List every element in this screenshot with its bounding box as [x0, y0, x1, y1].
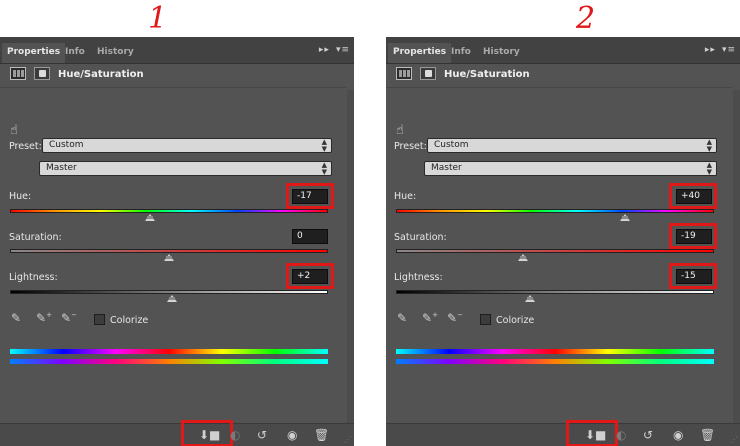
view-previous-icon[interactable]: ◐ — [230, 427, 240, 443]
saturation-slider-thumb[interactable] — [164, 254, 174, 261]
tab-bar: Properties Info History ▸▸ ▾≡ — [0, 37, 354, 64]
divider — [386, 87, 732, 88]
resize-grip-icon[interactable]: ⋰ — [344, 435, 352, 444]
eyedropper-icon[interactable]: ✎ — [397, 311, 407, 325]
hue-label: Hue: — [9, 191, 32, 202]
saturation-slider-track[interactable] — [10, 249, 328, 253]
tab-history[interactable]: History — [92, 43, 139, 63]
panel-title: Hue/Saturation — [444, 69, 530, 80]
divider — [0, 87, 346, 88]
eyedropper-subtract-icon[interactable]: ✎− — [61, 311, 77, 325]
colorize-label: Colorize — [110, 315, 149, 326]
resize-grip-icon[interactable]: ⋰ — [730, 435, 738, 444]
highlight-box — [669, 263, 717, 289]
preset-dropdown[interactable]: Custom ▲ ▼ — [42, 138, 332, 153]
highlight-box — [566, 420, 618, 446]
highlight-box — [669, 183, 717, 209]
chevron-updown-icon: ▲ ▼ — [321, 138, 327, 153]
tab-info[interactable]: Info — [446, 43, 476, 63]
channel-value: Master — [46, 163, 77, 173]
highlight-box — [286, 183, 334, 209]
reset-icon[interactable]: ↺ — [643, 427, 653, 443]
saturation-label: Saturation: — [9, 232, 62, 243]
properties-panel: Properties Info History ▸▸ ▾≡ Hue/Saturat… — [0, 37, 354, 446]
eyedropper-add-icon[interactable]: ✎+ — [36, 311, 52, 325]
panel-footer: ⬇■ ◐ ↺ ◉ 🗑 ⋰ — [0, 420, 354, 446]
channel-dropdown[interactable]: Master ▲ ▼ — [39, 161, 332, 176]
mask-icon[interactable] — [34, 67, 50, 80]
channel-value: Master — [431, 163, 462, 173]
saturation-slider-track[interactable] — [396, 249, 714, 253]
properties-panel: Properties Info History ▸▸ ▾≡ Hue/Saturat… — [386, 37, 740, 446]
scrollbar[interactable] — [347, 90, 354, 424]
targeted-adjust-hand-icon[interactable]: ☝ — [396, 123, 404, 138]
visibility-eye-icon[interactable]: ◉ — [673, 427, 683, 443]
visibility-eye-icon[interactable]: ◉ — [287, 427, 297, 443]
hue-slider-track[interactable] — [396, 209, 714, 213]
expand-arrows-icon[interactable]: ▸▸ — [319, 45, 330, 55]
chevron-updown-icon: ▲ ▼ — [706, 161, 712, 176]
hue-slider-thumb[interactable] — [144, 214, 155, 221]
chevron-updown-icon: ▲ ▼ — [706, 138, 712, 153]
channel-dropdown[interactable]: Master ▲ ▼ — [424, 161, 717, 176]
lightness-label: Lightness: — [394, 272, 443, 283]
adjustment-layer-icon — [10, 67, 26, 80]
tab-bar: Properties Info History ▸▸ ▾≡ — [386, 37, 740, 64]
colorize-label: Colorize — [496, 315, 535, 326]
tab-properties[interactable]: Properties — [388, 43, 452, 63]
lightness-slider-thumb[interactable] — [167, 295, 178, 302]
lightness-slider-track[interactable] — [396, 290, 714, 294]
saturation-slider-thumb[interactable] — [518, 254, 529, 261]
highlight-box — [286, 263, 334, 289]
view-previous-icon[interactable]: ◐ — [616, 427, 626, 443]
panel-footer: ⬇■ ◐ ↺ ◉ 🗑 ⋰ — [386, 420, 740, 446]
tab-info[interactable]: Info — [60, 43, 90, 63]
eyedropper-add-icon[interactable]: ✎+ — [422, 311, 438, 325]
preset-label: Preset: — [394, 141, 427, 152]
input-color-bar — [396, 349, 714, 354]
tab-history[interactable]: History — [478, 43, 525, 63]
output-color-bar — [10, 359, 328, 364]
preset-dropdown[interactable]: Custom ▲ ▼ — [427, 138, 717, 153]
trash-icon[interactable]: 🗑 — [700, 427, 715, 443]
reset-icon[interactable]: ↺ — [257, 427, 267, 443]
highlight-box — [669, 223, 717, 249]
panel-menu-icon[interactable]: ▾≡ — [722, 45, 736, 55]
panel-title: Hue/Saturation — [58, 69, 144, 80]
output-color-bar — [396, 359, 714, 364]
preset-value: Custom — [49, 140, 84, 150]
lightness-slider-thumb[interactable] — [524, 295, 535, 302]
adjustment-layer-icon — [396, 67, 412, 80]
chevron-updown-icon: ▲ ▼ — [321, 161, 327, 176]
preset-value: Custom — [434, 140, 469, 150]
colorize-checkbox[interactable] — [480, 314, 491, 325]
panel-number: 1 — [148, 1, 168, 36]
panel-number: 2 — [576, 1, 596, 36]
trash-icon[interactable]: 🗑 — [314, 427, 329, 443]
eyedropper-subtract-icon[interactable]: ✎− — [447, 311, 463, 325]
panel-menu-icon[interactable]: ▾≡ — [336, 45, 350, 55]
lightness-slider-track[interactable] — [10, 290, 328, 294]
expand-arrows-icon[interactable]: ▸▸ — [705, 45, 716, 55]
input-color-bar — [10, 349, 328, 354]
hue-slider-track[interactable] — [10, 209, 328, 213]
targeted-adjust-hand-icon[interactable]: ☝ — [10, 123, 18, 138]
hue-slider-thumb[interactable] — [619, 214, 630, 221]
lightness-label: Lightness: — [9, 272, 58, 283]
preset-label: Preset: — [9, 141, 42, 152]
hue-label: Hue: — [394, 191, 417, 202]
mask-icon[interactable] — [420, 67, 436, 80]
tab-properties[interactable]: Properties — [2, 43, 66, 63]
highlight-box — [181, 420, 233, 446]
scrollbar[interactable] — [733, 90, 740, 424]
saturation-field[interactable]: 0 — [292, 229, 328, 244]
eyedropper-icon[interactable]: ✎ — [11, 311, 21, 325]
colorize-checkbox[interactable] — [94, 314, 105, 325]
saturation-label: Saturation: — [394, 232, 447, 243]
